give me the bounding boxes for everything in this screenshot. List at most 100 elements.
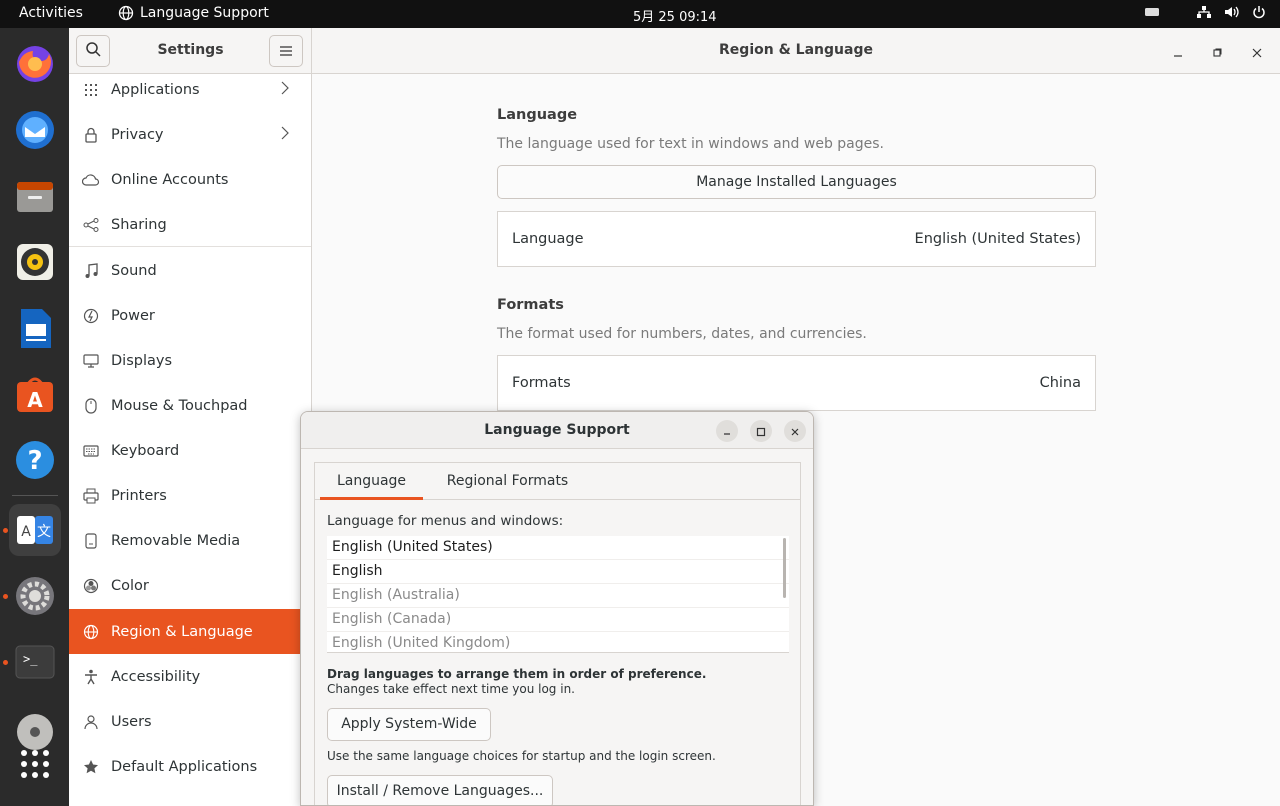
top-bar: Activities Language Support 5月 25 09:14 bbox=[0, 0, 1280, 28]
formats-section-description: The format used for numbers, dates, and … bbox=[497, 326, 867, 342]
firefox-icon[interactable] bbox=[9, 38, 61, 90]
close-icon bbox=[790, 422, 800, 441]
apply-system-wide-button[interactable]: Apply System-Wide bbox=[327, 708, 491, 741]
rhythmbox-icon[interactable] bbox=[9, 236, 61, 288]
minimize-button[interactable] bbox=[1168, 42, 1188, 62]
dialog-body: Language for menus and windows: English … bbox=[314, 500, 801, 805]
menu-button[interactable] bbox=[269, 35, 303, 67]
sidebar-item-keyboard[interactable]: Keyboard bbox=[69, 428, 301, 473]
language-list[interactable]: English (United States) English English … bbox=[327, 536, 789, 653]
power-icon bbox=[69, 308, 111, 324]
hamburger-icon bbox=[279, 42, 293, 61]
activities-button[interactable]: Activities bbox=[19, 5, 83, 21]
menus-language-label: Language for menus and windows: bbox=[327, 513, 564, 529]
svg-text:文: 文 bbox=[37, 524, 51, 540]
list-item[interactable]: English (Australia) bbox=[327, 584, 789, 608]
star-icon bbox=[69, 759, 111, 775]
sidebar-item-label: Displays bbox=[111, 352, 173, 369]
terminal-icon[interactable]: >_ bbox=[9, 636, 61, 688]
users-icon bbox=[69, 714, 111, 730]
sidebar-item-label: Power bbox=[111, 307, 155, 324]
manage-installed-languages-button[interactable]: Manage Installed Languages bbox=[497, 165, 1096, 199]
close-icon bbox=[1252, 43, 1262, 62]
sidebar-item-removable-media[interactable]: Removable Media bbox=[69, 518, 301, 563]
accessibility-icon bbox=[69, 669, 111, 685]
formats-row-label: Formats bbox=[512, 375, 571, 391]
sidebar-item-label: Applications bbox=[111, 81, 200, 98]
restore-icon bbox=[1212, 43, 1222, 62]
writer-icon[interactable] bbox=[9, 302, 61, 354]
sidebar-item-sharing[interactable]: Sharing bbox=[69, 202, 301, 247]
sidebar-item-label: Privacy bbox=[111, 126, 164, 143]
dialog-tabs: Language Regional Formats bbox=[314, 462, 801, 500]
sidebar-item-region-language[interactable]: Region & Language bbox=[69, 609, 301, 654]
settings-icon[interactable] bbox=[9, 570, 61, 622]
sidebar-item-sound[interactable]: Sound bbox=[69, 248, 301, 293]
dock: A ? A文 >_ bbox=[0, 28, 69, 806]
sidebar-item-label: Sharing bbox=[111, 216, 167, 233]
formats-section-title: Formats bbox=[497, 297, 564, 313]
sidebar-item-default-applications[interactable]: Default Applications bbox=[69, 744, 301, 789]
maximize-button[interactable] bbox=[1207, 42, 1227, 62]
dialog-titlebar[interactable]: Language Support bbox=[301, 412, 813, 449]
language-row[interactable]: Language English (United States) bbox=[497, 211, 1096, 267]
sidebar-item-online-accounts[interactable]: Online Accounts bbox=[69, 157, 301, 202]
list-item[interactable]: English (United Kingdom) bbox=[327, 632, 789, 652]
tab-regional-formats[interactable]: Regional Formats bbox=[435, 463, 580, 500]
language-section-title: Language bbox=[497, 107, 578, 123]
sidebar-item-displays[interactable]: Displays bbox=[69, 338, 301, 383]
color-icon bbox=[69, 578, 111, 594]
chevron-right-icon bbox=[281, 81, 289, 99]
thunderbird-icon[interactable] bbox=[9, 104, 61, 156]
sidebar-item-accessibility[interactable]: Accessibility bbox=[69, 654, 301, 699]
app-menu[interactable]: Language Support bbox=[118, 5, 269, 21]
globe-icon bbox=[118, 5, 134, 21]
sidebar-item-label: Printers bbox=[111, 487, 167, 504]
globe-icon bbox=[69, 624, 111, 640]
apply-hint: Use the same language choices for startu… bbox=[327, 749, 716, 763]
ubuntu-software-icon[interactable]: A bbox=[9, 368, 61, 420]
svg-text:A: A bbox=[21, 524, 31, 540]
main-header: Region & Language bbox=[312, 28, 1280, 74]
install-remove-languages-button[interactable]: Install / Remove Languages... bbox=[327, 775, 553, 805]
effect-hint: Changes take effect next time you log in… bbox=[327, 682, 575, 696]
show-apps-icon[interactable] bbox=[9, 738, 61, 790]
list-item[interactable]: English (Canada) bbox=[327, 608, 789, 632]
sidebar-item-power[interactable]: Power bbox=[69, 293, 301, 338]
close-button[interactable] bbox=[1247, 42, 1267, 62]
sidebar-item-applications[interactable]: Applications bbox=[69, 74, 301, 112]
sidebar-item-label: Mouse & Touchpad bbox=[111, 397, 248, 414]
dialog-maximize-button[interactable] bbox=[750, 420, 772, 442]
drag-hint: Drag languages to arrange them in order … bbox=[327, 667, 707, 681]
svg-text:A: A bbox=[27, 388, 43, 412]
formats-row[interactable]: Formats China bbox=[497, 355, 1096, 411]
svg-text:>_: >_ bbox=[23, 652, 38, 666]
volume-icon[interactable] bbox=[1224, 5, 1240, 19]
tab-language[interactable]: Language bbox=[320, 463, 423, 500]
power-icon[interactable] bbox=[1252, 5, 1266, 19]
network-icon[interactable] bbox=[1196, 5, 1212, 19]
sidebar-item-users[interactable]: Users bbox=[69, 699, 301, 744]
files-icon[interactable] bbox=[9, 170, 61, 222]
music-note-icon bbox=[69, 262, 111, 279]
dialog-minimize-button[interactable] bbox=[716, 420, 738, 442]
clock[interactable]: 5月 25 09:14 bbox=[633, 6, 717, 25]
help-icon[interactable]: ? bbox=[9, 434, 61, 486]
keyboard-icon bbox=[69, 444, 111, 457]
keyboard-icon[interactable] bbox=[1144, 5, 1160, 19]
language-support-icon[interactable]: A文 bbox=[9, 504, 61, 556]
sidebar-item-label: Users bbox=[111, 713, 152, 730]
list-item[interactable]: English (United States) bbox=[327, 536, 789, 560]
sidebar-item-label: Keyboard bbox=[111, 442, 180, 459]
list-item[interactable]: English bbox=[327, 560, 789, 584]
sidebar-item-color[interactable]: Color bbox=[69, 563, 301, 608]
sidebar-item-privacy[interactable]: Privacy bbox=[69, 112, 301, 157]
sidebar-item-mouse-touchpad[interactable]: Mouse & Touchpad bbox=[69, 383, 301, 428]
list-scrollbar[interactable] bbox=[783, 538, 786, 598]
sidebar-item-printers[interactable]: Printers bbox=[69, 473, 301, 518]
apps-grid-icon bbox=[69, 83, 111, 97]
formats-row-value: China bbox=[1039, 375, 1081, 391]
dialog-close-button[interactable] bbox=[784, 420, 806, 442]
system-tray[interactable] bbox=[1144, 5, 1266, 19]
language-row-value: English (United States) bbox=[914, 231, 1081, 247]
